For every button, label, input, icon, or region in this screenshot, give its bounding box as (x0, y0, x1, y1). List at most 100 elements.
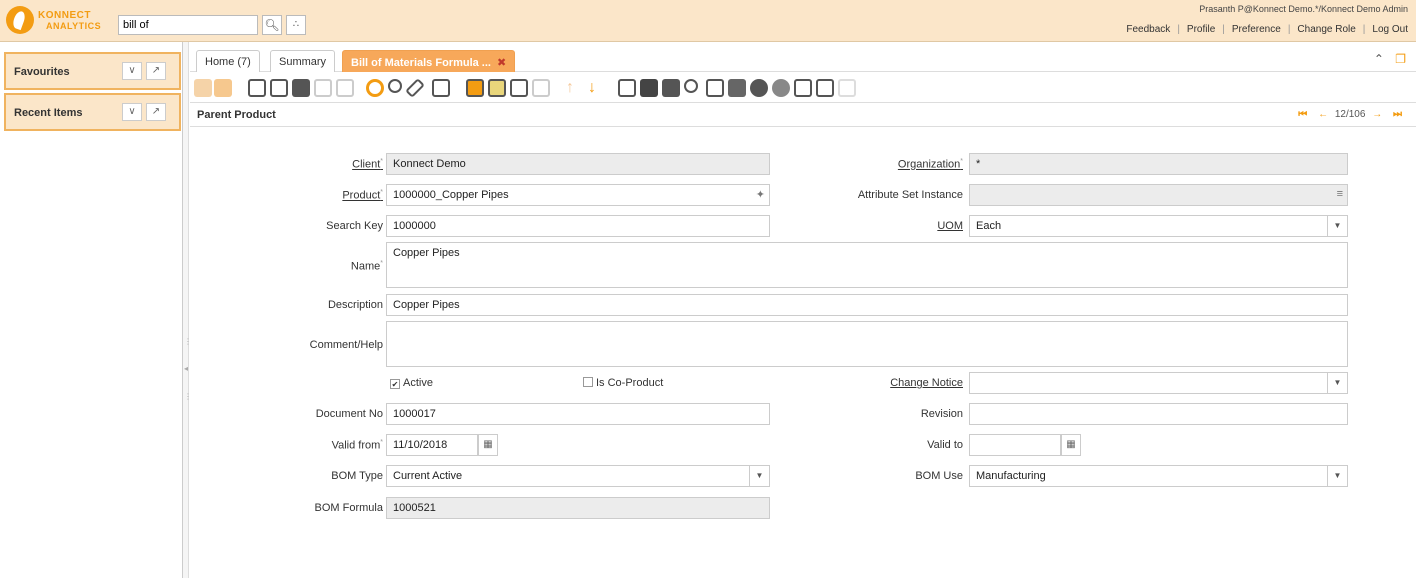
lock-icon[interactable] (728, 79, 746, 97)
revision-field[interactable] (969, 403, 1348, 425)
zoom-icon[interactable] (684, 79, 698, 93)
document-no-field[interactable]: 1000017 (386, 403, 770, 425)
panel-splitter[interactable]: ⋮ ◂ ⋮ (183, 42, 192, 578)
product-info-icon[interactable] (750, 79, 768, 97)
valid-to-field[interactable] (969, 434, 1061, 456)
co-product-checkbox[interactable]: Is Co-Product (583, 377, 663, 389)
chevron-down-icon[interactable]: ▼ (1327, 373, 1347, 393)
tab-label: Bill of Materials Formula ... (351, 57, 491, 69)
chevron-down-icon[interactable]: ▼ (1327, 216, 1347, 236)
record-navigator: ⏮ ← 12/106 → ⏭ (1294, 109, 1406, 120)
tab-summary[interactable]: Summary (270, 50, 336, 72)
expand-icon[interactable]: ↗ (146, 103, 166, 121)
active-checkbox[interactable]: ✔ Active (390, 377, 433, 389)
valid-from-label: Valid from* (331, 439, 383, 452)
calendar-icon[interactable]: ▦ (1061, 434, 1081, 456)
tab-home[interactable]: Home (7) (196, 50, 260, 72)
change-notice-label[interactable]: Change Notice (890, 377, 963, 389)
checkbox-box (583, 377, 593, 387)
help-icon[interactable] (214, 79, 232, 97)
previous-record-icon[interactable]: ← (1318, 109, 1328, 120)
expand-icon[interactable]: ↗ (146, 62, 166, 80)
hierarchy-icon[interactable]: ∴ (286, 15, 306, 35)
process-icon[interactable] (772, 79, 790, 97)
comment-help-field[interactable] (386, 321, 1348, 367)
chevron-down-icon[interactable]: ▼ (749, 466, 769, 486)
bom-type-select[interactable]: Current Active ▼ (386, 465, 770, 487)
feedback-link[interactable]: Feedback (1126, 24, 1170, 35)
history-icon[interactable] (488, 79, 506, 97)
import-icon[interactable] (816, 79, 834, 97)
organization-field[interactable]: * (969, 153, 1348, 175)
save-icon[interactable] (314, 79, 332, 97)
checkmark-icon: ✔ (390, 379, 400, 389)
first-record-icon[interactable]: ⏮ (1298, 109, 1307, 120)
favourites-label: Favourites (14, 66, 70, 78)
description-field[interactable]: Copper Pipes (386, 294, 1348, 316)
last-record-icon[interactable]: ⏭ (1393, 109, 1402, 120)
recent-items-panel[interactable]: Recent Items ∨ ↗ (4, 93, 181, 131)
product-info-icon[interactable]: ✦ (756, 188, 765, 201)
global-search-input[interactable] (118, 15, 258, 35)
organization-label[interactable]: Organization* (898, 158, 963, 171)
document-no-label: Document No (315, 408, 383, 420)
product-field[interactable]: 1000000_Copper Pipes ✦ (386, 184, 770, 206)
konnect-logo[interactable]: KONNECT ANALYTICS (6, 6, 116, 36)
chevron-down-icon[interactable]: ▼ (1327, 466, 1347, 486)
description-label: Description (327, 299, 383, 311)
new-window-icon[interactable]: ❐ (1395, 52, 1406, 66)
arrow-down-icon[interactable]: ↓ (588, 79, 606, 97)
collapse-icon[interactable]: ∨ (122, 62, 142, 80)
collapse-up-icon[interactable]: ⌃ (1374, 52, 1384, 66)
note-icon[interactable] (432, 79, 450, 97)
next-record-icon[interactable]: → (1372, 109, 1382, 120)
arrow-up-icon[interactable]: ↑ (566, 79, 584, 97)
bom-formula-field[interactable]: 1000521 (386, 497, 770, 519)
archive-icon[interactable] (640, 79, 658, 97)
workflow-icon[interactable] (706, 79, 724, 97)
export-icon[interactable] (794, 79, 812, 97)
client-field[interactable]: Konnect Demo (386, 153, 770, 175)
name-field[interactable]: Copper Pipes (386, 242, 1348, 288)
app-header: KONNECT ANALYTICS 🔍︎ ∴ Prasanth P@Konnec… (0, 0, 1416, 42)
close-icon[interactable]: ✖ (497, 57, 506, 69)
logo-text-2: ANALYTICS (46, 21, 102, 31)
calendar-icon[interactable]: ▦ (478, 434, 498, 456)
save-new-icon[interactable] (336, 79, 354, 97)
customize-icon[interactable] (838, 79, 856, 97)
print-icon[interactable] (662, 79, 680, 97)
valid-from-field[interactable]: 11/10/2018 (386, 434, 478, 456)
bom-use-select[interactable]: Manufacturing ▼ (969, 465, 1348, 487)
attribute-icon[interactable]: ≡ (1337, 188, 1343, 200)
record-counter: 12/106 (1334, 109, 1366, 120)
change-notice-select[interactable]: ▼ (969, 372, 1348, 394)
search-key-field[interactable]: 1000000 (386, 215, 770, 237)
grid-toggle-icon[interactable] (510, 79, 528, 97)
change-role-link[interactable]: Change Role (1297, 24, 1355, 35)
search-icon[interactable]: 🔍︎ (262, 15, 282, 35)
collapse-icon[interactable]: ∨ (122, 103, 142, 121)
new-record-icon[interactable] (248, 79, 266, 97)
product-label[interactable]: Product* (342, 189, 383, 202)
window-tabs: Home (7) Summary Bill of Materials Formu… (190, 50, 1416, 72)
delete-icon[interactable] (292, 79, 310, 97)
find-icon[interactable] (388, 79, 402, 93)
preference-link[interactable]: Preference (1232, 24, 1281, 35)
refresh-icon[interactable] (366, 79, 384, 97)
profile-link[interactable]: Profile (1187, 24, 1215, 35)
tab-bill-of-materials[interactable]: Bill of Materials Formula ... ✖ (342, 50, 516, 72)
uom-select[interactable]: Each ▼ (969, 215, 1348, 237)
logout-link[interactable]: Log Out (1372, 24, 1408, 35)
copy-record-icon[interactable] (270, 79, 288, 97)
detail-icon[interactable] (532, 79, 550, 97)
chat-icon[interactable] (466, 79, 484, 97)
tab-label: Home (7) (205, 56, 251, 68)
user-info: Prasanth P@Konnect Demo.*/Konnect Demo A… (1199, 4, 1408, 14)
attribute-set-instance-field[interactable]: ≡ (969, 184, 1348, 206)
undo-icon[interactable] (194, 79, 212, 97)
client-label[interactable]: Client* (352, 158, 383, 171)
attachment-icon[interactable] (405, 78, 425, 98)
favourites-panel[interactable]: Favourites ∨ ↗ (4, 52, 181, 90)
uom-label[interactable]: UOM (937, 220, 963, 232)
report-icon[interactable] (618, 79, 636, 97)
